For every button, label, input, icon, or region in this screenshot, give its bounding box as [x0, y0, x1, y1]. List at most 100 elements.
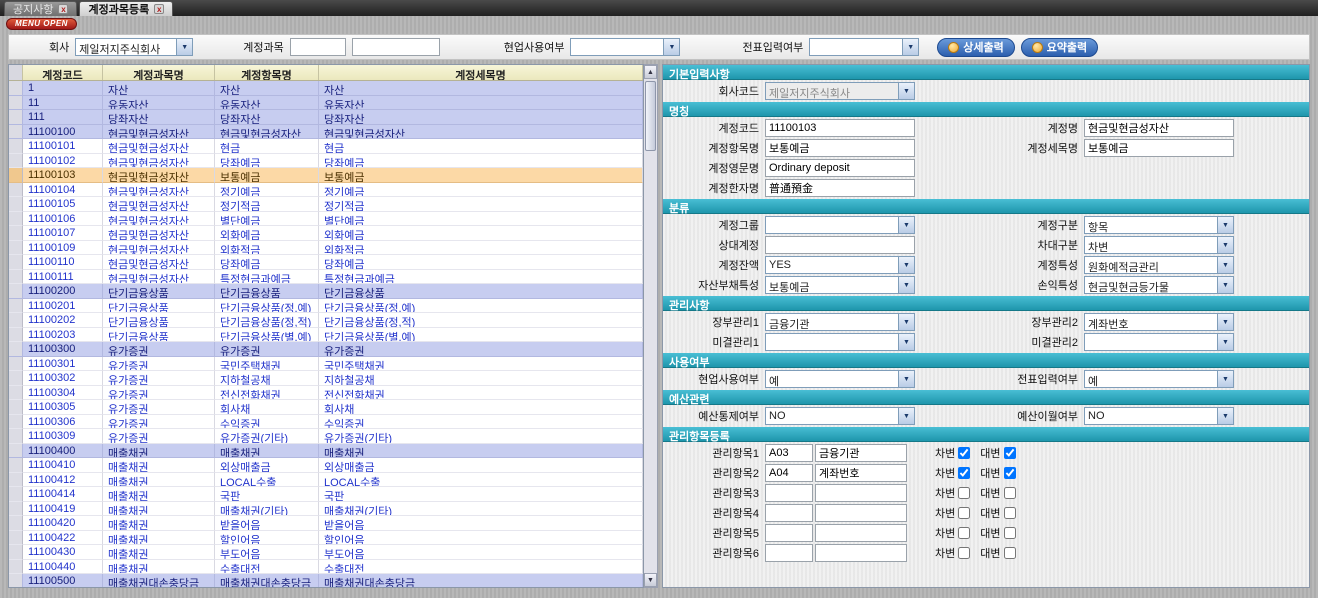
mgmt-item-name-field[interactable]: [815, 444, 907, 462]
dc-div-select[interactable]: 차변 ▼: [1084, 236, 1234, 254]
table-row[interactable]: 11100412매출채권LOCAL수출LOCAL수출: [9, 473, 643, 488]
table-row[interactable]: 11100202단기금융상품단기금융상품(정,적)단기금융상품(정,적): [9, 313, 643, 328]
scrollbar-down-button[interactable]: ▼: [644, 573, 657, 587]
debit-checkbox[interactable]: [958, 487, 970, 499]
table-row[interactable]: 11100105현금및현금성자산정기적금정기적금: [9, 197, 643, 212]
menu-open-button[interactable]: MENU OPEN: [6, 18, 77, 30]
table-row[interactable]: 11100302유가증권지하철공채지하철공채: [9, 371, 643, 386]
slip-input-select[interactable]: 예 ▼: [1084, 370, 1234, 388]
table-row[interactable]: 11100110현금및현금성자산당좌예금당좌예금: [9, 255, 643, 270]
budget-control-select[interactable]: NO ▼: [765, 407, 915, 425]
table-row[interactable]: 11100420매출채권받을어음받을어음: [9, 516, 643, 531]
company-select[interactable]: 제일저지주식회사 ▼: [75, 38, 193, 56]
table-row[interactable]: 11100440매출채권수출대전수출대전: [9, 560, 643, 575]
table-row[interactable]: 11100430매출채권부도어음부도어음: [9, 545, 643, 560]
debit-checkbox[interactable]: [958, 527, 970, 539]
tab-notices[interactable]: 공지사항 x: [4, 1, 77, 16]
detail-name-field[interactable]: [1084, 139, 1234, 157]
account-code-field[interactable]: [765, 119, 915, 137]
tab-account-registration[interactable]: 계정과목등록 x: [79, 1, 173, 16]
pl-char-select[interactable]: 현금및현금등가물 ▼: [1084, 276, 1234, 294]
hanja-name-field[interactable]: [765, 179, 915, 197]
counter-account-field[interactable]: [765, 236, 915, 254]
table-row[interactable]: 11100422매출채권할인어음할인어음: [9, 531, 643, 546]
table-row[interactable]: 11100109현금및현금성자산외화적금외화적금: [9, 241, 643, 256]
scrollbar-track[interactable]: [644, 79, 657, 573]
asset-char-select[interactable]: 보통예금 ▼: [765, 276, 915, 294]
table-row[interactable]: 11100500매출채권대손충당금매출채권대손충당금매출채권대손충당금: [9, 574, 643, 587]
ledger2-select[interactable]: 계좌번호 ▼: [1084, 313, 1234, 331]
table-row[interactable]: 11100414매출채권국판국판: [9, 487, 643, 502]
budget-carryover-select[interactable]: NO ▼: [1084, 407, 1234, 425]
close-icon[interactable]: x: [154, 4, 164, 14]
table-row[interactable]: 11100309유가증권유가증권(기타)유가증권(기타): [9, 429, 643, 444]
account-char-select[interactable]: 원화예적금관리 ▼: [1084, 256, 1234, 274]
table-row[interactable]: 11100419매출채권매출채권(기타)매출채권(기타): [9, 502, 643, 517]
column-header-item[interactable]: 계정항목명: [215, 65, 319, 80]
table-row[interactable]: 11100203단기금융상품단기금융상품(별,예)단기금융상품(별,예): [9, 328, 643, 343]
credit-checkbox[interactable]: [1004, 487, 1016, 499]
mgmt-item-code-field[interactable]: [765, 504, 813, 522]
column-header-subject[interactable]: 계정과목명: [103, 65, 215, 80]
table-row[interactable]: 11100107현금및현금성자산외화예금외화예금: [9, 226, 643, 241]
table-row[interactable]: 11100305유가증권회사채회사채: [9, 400, 643, 415]
pending1-select[interactable]: ▼: [765, 333, 915, 351]
table-row[interactable]: 11100100현금및현금성자산현금및현금성자산현금및현금성자산: [9, 125, 643, 140]
mgmt-item-name-field[interactable]: [815, 524, 907, 542]
scrollbar-thumb[interactable]: [645, 81, 656, 151]
column-header-detail[interactable]: 계정세목명: [319, 65, 643, 80]
credit-checkbox[interactable]: [1004, 507, 1016, 519]
table-row[interactable]: 11100106현금및현금성자산별단예금별단예금: [9, 212, 643, 227]
account-group-select[interactable]: ▼: [765, 216, 915, 234]
table-row[interactable]: 11100306유가증권수익증권수익증권: [9, 415, 643, 430]
credit-checkbox[interactable]: [1004, 447, 1016, 459]
mgmt-item-code-field[interactable]: [765, 464, 813, 482]
ledger1-select[interactable]: 금융기관 ▼: [765, 313, 915, 331]
credit-checkbox[interactable]: [1004, 547, 1016, 559]
table-row[interactable]: 11100101현금및현금성자산현금현금: [9, 139, 643, 154]
table-row[interactable]: 11100102현금및현금성자산당좌예금당좌예금: [9, 154, 643, 169]
mgmt-item-name-field[interactable]: [815, 504, 907, 522]
table-row[interactable]: 1자산자산자산: [9, 81, 643, 96]
mgmt-item-code-field[interactable]: [765, 444, 813, 462]
table-row[interactable]: 11100103현금및현금성자산보통예금보통예금: [9, 168, 643, 183]
table-row[interactable]: 11100300유가증권유가증권유가증권: [9, 342, 643, 357]
debit-checkbox[interactable]: [958, 447, 970, 459]
column-header-code[interactable]: 계정코드: [23, 65, 103, 80]
mgmt-item-code-field[interactable]: [765, 524, 813, 542]
mgmt-item-name-field[interactable]: [815, 484, 907, 502]
credit-checkbox[interactable]: [1004, 467, 1016, 479]
slip-input-filter-select[interactable]: ▼: [809, 38, 919, 56]
table-row[interactable]: 11100410매출채권외상매출금외상매출금: [9, 458, 643, 473]
pending2-select[interactable]: ▼: [1084, 333, 1234, 351]
summary-print-button[interactable]: 요약출력: [1021, 38, 1098, 57]
debit-checkbox[interactable]: [958, 547, 970, 559]
table-row[interactable]: 11100200단기금융상품단기금융상품단기금융상품: [9, 284, 643, 299]
debit-checkbox[interactable]: [958, 467, 970, 479]
company-code-select[interactable]: 제일저지주식회사 ▼: [765, 82, 915, 100]
mgmt-item-code-field[interactable]: [765, 544, 813, 562]
mgmt-item-name-field[interactable]: [815, 544, 907, 562]
mgmt-item-name-field[interactable]: [815, 464, 907, 482]
english-name-field[interactable]: [765, 159, 915, 177]
table-row[interactable]: 11유동자산유동자산유동자산: [9, 96, 643, 111]
table-row[interactable]: 11100201단기금융상품단기금융상품(정,예)단기금융상품(정,예): [9, 299, 643, 314]
table-row[interactable]: 11100301유가증권국민주택채권국민주택채권: [9, 357, 643, 372]
table-row[interactable]: 11100111현금및현금성자산특정현금과예금특정현금과예금: [9, 270, 643, 285]
debit-checkbox[interactable]: [958, 507, 970, 519]
close-icon[interactable]: x: [58, 4, 68, 14]
credit-checkbox[interactable]: [1004, 527, 1016, 539]
account-name-field[interactable]: [1084, 119, 1234, 137]
account-name-input[interactable]: [352, 38, 440, 56]
item-name-field[interactable]: [765, 139, 915, 157]
account-code-input[interactable]: [290, 38, 346, 56]
table-row[interactable]: 11100400매출채권매출채권매출채권: [9, 444, 643, 459]
field-use-select[interactable]: 예 ▼: [765, 370, 915, 388]
account-div-select[interactable]: 항목 ▼: [1084, 216, 1234, 234]
table-row[interactable]: 11100304유가증권전신전화채권전신전화채권: [9, 386, 643, 401]
detail-print-button[interactable]: 상세출력: [937, 38, 1014, 57]
field-use-filter-select[interactable]: ▼: [570, 38, 680, 56]
scrollbar-up-button[interactable]: ▲: [644, 65, 657, 79]
balance-select[interactable]: YES ▼: [765, 256, 915, 274]
table-row[interactable]: 11100104현금및현금성자산정기예금정기예금: [9, 183, 643, 198]
